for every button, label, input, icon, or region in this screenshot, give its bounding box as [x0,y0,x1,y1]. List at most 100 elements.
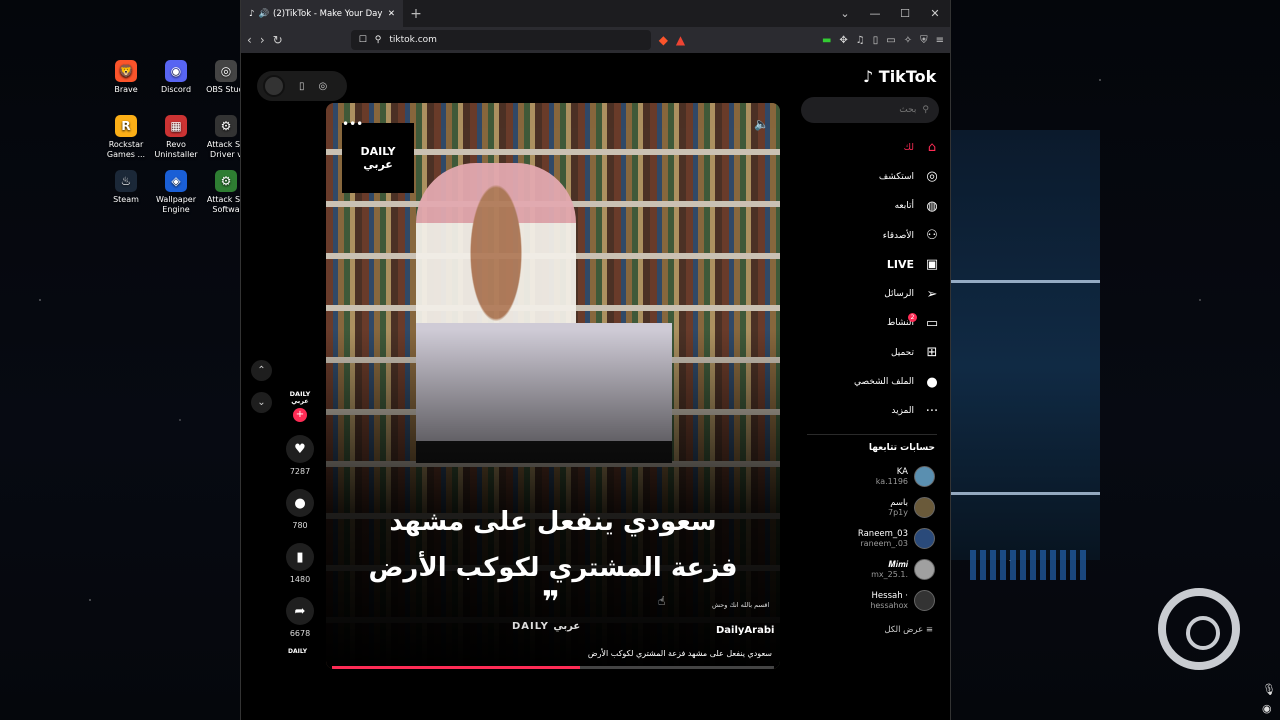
brave-shields-icon[interactable]: ◆ [659,33,668,47]
sidebar-item[interactable]: تحميل ⊞ [821,338,941,367]
minimize-button[interactable]: — [860,7,890,20]
bookmark-icon[interactable]: ☐ [359,35,367,45]
daily-arabi-logo: DAILY عربي [342,123,414,193]
bookmark-save-icon: ▮ [296,549,304,565]
address-bar[interactable]: ☐ ⚲ tiktok.com [350,30,651,50]
maximize-button[interactable]: ☐ [890,7,920,20]
nav-icon: ··· [925,403,939,419]
music-disc-icon[interactable]: DAILY [288,648,307,655]
leo-ai-icon[interactable]: ✧ [904,35,912,46]
tab-search-button[interactable]: ⌄ [830,7,860,20]
sidebar-item[interactable]: المزيد ··· [821,397,941,426]
sidebar-item[interactable]: أتابعه ◍ [821,192,941,221]
comment-count: 780 [292,521,308,530]
sidebar-item[interactable]: الرسائل ➢ [821,279,941,308]
avatar[interactable] [914,528,935,549]
new-tab-button[interactable]: + [403,6,429,22]
extension-badge-icon[interactable]: ▬ [822,35,831,46]
app-icon: ⚙ [215,115,237,137]
browser-window: ♪ 🔊 (2)TikTok - Make Your Day ✕ + ⌄ — ☐ … [240,0,951,720]
sidebar-item[interactable]: استكشف ◎ [821,162,941,191]
video-more-icon[interactable]: ••• [342,117,363,131]
avatar[interactable] [914,497,935,518]
avatar[interactable] [914,466,935,487]
nav-icon: ▭ [925,315,939,331]
forward-button[interactable]: › [260,33,265,47]
sidebar-item[interactable]: النشاط ▭ 2 [821,309,941,338]
close-tab-icon[interactable]: ✕ [388,9,395,19]
search-input[interactable]: بحث ⚲ [801,97,939,123]
like-button[interactable]: ♥ [286,435,314,463]
video-player[interactable]: DAILY عربي ••• 🔈 سعودي ينفعل على مشهد فز… [326,103,780,669]
site-info-icon[interactable]: ⚲ [375,35,382,45]
extensions-puzzle-icon[interactable]: ✥ [839,35,847,46]
toggle-knob[interactable] [263,75,285,97]
next-video-button[interactable]: ⌄ [251,392,272,413]
vpn-icon[interactable]: ⛨ [920,35,928,46]
reload-button[interactable]: ↻ [273,33,283,47]
account-handle: mx_25.1. [871,569,908,579]
phone-icon[interactable]: ▯ [299,81,305,92]
comment-button[interactable]: ● [286,489,314,517]
media-controls-icon[interactable]: ♫ [856,35,865,46]
sidebar-item-label: LIVE [886,258,914,272]
sidebar-item[interactable]: LIVE ▣ [821,250,941,279]
nav-icon: ⚇ [926,228,938,244]
search-icon[interactable]: ⚲ [922,105,929,115]
share-icon: ➦ [294,603,306,619]
video-progress-bar[interactable] [332,666,774,669]
account-name: Hessah · [871,590,908,601]
share-button[interactable]: ➦ [286,597,314,625]
following-account[interactable]: باسم 7p1y [801,497,935,518]
video-author[interactable]: DailyArabi [716,625,774,636]
account-handle: hessahox [870,600,908,610]
tiktok-favicon-icon: ♪ [249,8,255,19]
creator-avatar[interactable]: DAILY عربي [289,391,311,405]
follow-button[interactable]: + [293,408,307,422]
close-window-button[interactable]: ✕ [920,7,950,20]
audio-playing-icon[interactable]: 🔊 [258,9,269,19]
sidebar-item-label: الرسائل [884,289,914,300]
tab-title: (2)TikTok - Make Your Day [273,8,383,19]
following-account[interactable]: Raneem_03 raneem_.03 [801,528,935,549]
sidebar-item-label: الأصدقاء [882,230,914,241]
account-name: KA [896,466,908,477]
brave-rewards-icon[interactable]: ▲ [676,33,685,47]
save-button[interactable]: ▮ [286,543,314,571]
following-account[interactable]: KA ka.1196 [801,466,935,487]
save-count: 1480 [289,575,311,584]
avatar[interactable] [914,559,935,580]
back-button[interactable]: ‹ [247,33,252,47]
avatar[interactable] [914,590,935,611]
tiktok-page: ▯ ◎ ♪ TikTok بحث ⚲ لك ⌂ استكشف ◎ أتابعه ◍ الأص… [241,53,950,720]
browser-toolbar: ‹ › ↻ ☐ ⚲ tiktok.com ◆ ▲ ▬ ✥ ♫ ▯ ▭ ✧ ⛨ ≡ [241,27,950,53]
sidebar-item[interactable]: لك ⌂ [821,133,941,162]
video-caption: سعودي ينفعل على مشهد فزعة المشتري لكوكب … [368,507,738,583]
wallet-icon[interactable]: ▭ [886,35,895,46]
sidebar-item-label: أتابعه [894,201,914,212]
see-all-link[interactable]: عرض الكل ≡ [801,625,933,635]
browser-tab[interactable]: ♪ 🔊 (2)TikTok - Make Your Day ✕ [241,0,403,27]
display-mode-toggle[interactable]: ▯ ◎ [257,71,347,101]
sidebar-item-label: المزيد [891,406,914,417]
search-placeholder: بحث [899,105,917,115]
sidebar-item[interactable]: الأصدقاء ⚇ [821,221,941,250]
volume-icon[interactable]: 🔈 [754,117,769,131]
app-icon: ◉ [165,60,187,82]
sidebar-item[interactable]: الملف الشخصي ● [821,367,941,396]
following-account[interactable]: 𝑴𝒊𝒎𝒊 mx_25.1. [801,559,935,580]
nav-icon: ● [926,374,938,390]
following-account[interactable]: Hessah · hessahox [801,590,935,611]
previous-video-button[interactable]: ⌃ [251,360,272,381]
video-description: سعودي ينفعل على مشهد فزعة المشتري لكوكب … [587,649,772,658]
video-actions: DAILY عربي + ♥ 7287 ● 780 ▮ 1480 ➦ 6678 [285,391,315,638]
sidebar-item-label: لك [903,142,914,153]
heart-icon: ♥ [294,441,306,457]
sidebar-icon[interactable]: ▯ [873,35,879,46]
menu-icon[interactable]: ≡ [936,35,944,46]
wallpaper-scene [950,130,1100,580]
tiktok-logo[interactable]: ♪ TikTok [863,67,936,86]
app-icon: ◈ [165,170,187,192]
sidebar-item-label: الملف الشخصي [854,377,914,388]
compass-icon[interactable]: ◎ [319,81,328,92]
